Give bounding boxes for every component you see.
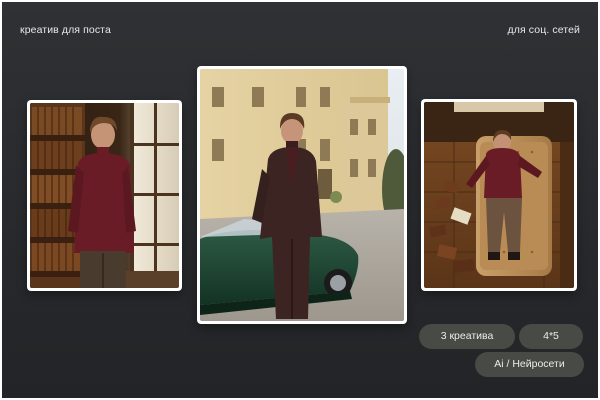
car-villa-photo <box>200 69 404 321</box>
creative-card-library[interactable] <box>27 100 182 291</box>
header-left-caption: креатив для поста <box>20 24 111 36</box>
header-right-caption: для соц. сетей <box>507 24 580 36</box>
creative-card-car[interactable] <box>197 66 407 324</box>
library-photo <box>30 103 179 288</box>
sofa-photo <box>424 102 574 288</box>
ai-neural-tag: Ai / Нейросети <box>475 352 584 377</box>
aspect-ratio-tag: 4*5 <box>519 324 583 349</box>
creative-showcase-frame: креатив для поста для соц. сетей 3 креат… <box>0 0 600 400</box>
creative-card-sofa[interactable] <box>421 99 577 291</box>
creatives-count-tag: 3 креатива <box>419 324 515 349</box>
